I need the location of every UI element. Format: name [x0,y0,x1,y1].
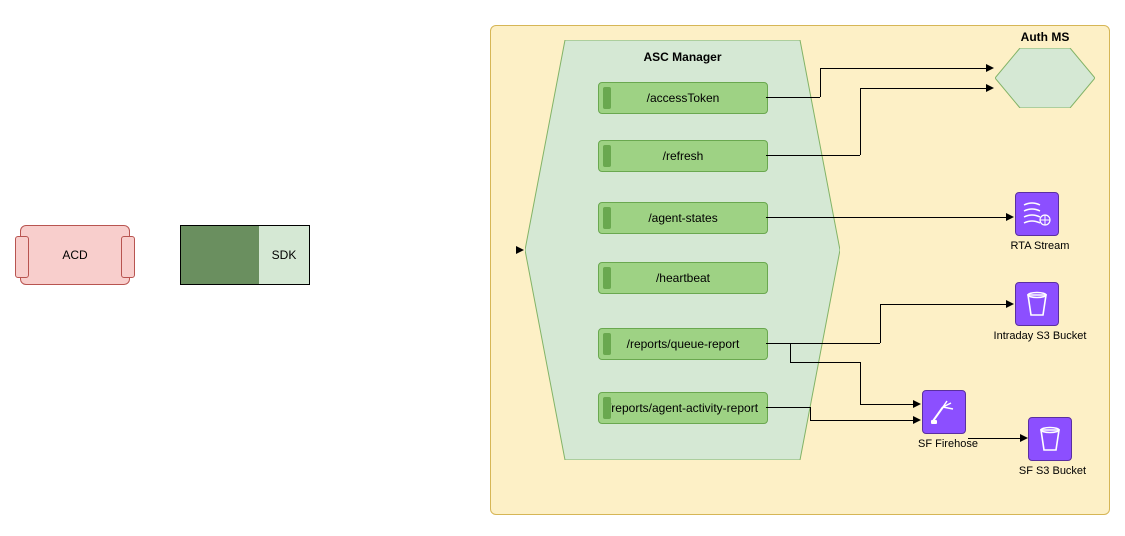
connector [860,88,986,89]
connector [766,343,880,344]
acd-node: ACD [20,225,130,285]
arrow-into-asc [516,246,524,254]
arrowhead-icon [913,400,921,408]
endpoint-refresh: /refresh [598,140,768,172]
arrowhead-icon [913,416,921,424]
endpoint-bar-icon [603,333,611,355]
intraday-bucket-label: Intraday S3 Bucket [985,330,1095,342]
auth-ms-node [995,48,1095,108]
connector [880,304,1006,305]
sdk-node: SDK [180,225,310,285]
endpoint-heartbeat: /heartbeat [598,262,768,294]
connector [968,438,1020,439]
endpoint-label: /agent-states [648,211,717,225]
arrowhead-icon [986,64,994,72]
endpoint-queue-report: /reports/queue-report [598,328,768,360]
connector [766,97,820,98]
connector [860,404,913,405]
endpoint-label: /accessToken [647,91,720,105]
intraday-bucket-icon [1015,282,1059,326]
sdk-label: SDK [259,226,309,284]
sf-bucket-icon [1028,417,1072,461]
connector [790,343,791,362]
asc-manager: ASC Manager /accessToken /refresh /agent… [525,40,840,460]
endpoint-label: /reports/queue-report [627,337,740,351]
kinesis-stream-icon [1022,199,1052,229]
arrowhead-icon [1020,434,1028,442]
acd-label: ACD [21,226,129,284]
endpoint-access-token: /accessToken [598,82,768,114]
endpoint-bar-icon [603,145,611,167]
endpoint-label: /heartbeat [656,271,710,285]
connector [810,420,913,421]
sf-firehose-label: SF Firehose [908,438,988,450]
asc-title: ASC Manager [525,50,840,64]
endpoint-label: /reports/agent-activity-report [608,401,758,415]
endpoint-label: /refresh [663,149,704,163]
endpoint-bar-icon [603,267,611,289]
endpoint-bar-icon [603,207,611,229]
connector [766,407,810,408]
connector [810,407,811,420]
endpoint-agent-activity-report: /reports/agent-activity-report [598,392,768,424]
arrowhead-icon [1006,300,1014,308]
connector [790,362,860,363]
arrowhead-icon [986,84,994,92]
rta-stream-icon [1015,192,1059,236]
rta-stream-label: RTA Stream [1000,240,1080,252]
sf-firehose-icon [922,390,966,434]
connector [766,217,1006,218]
arrowhead-icon [1006,213,1014,221]
auth-ms-label: Auth MS [1000,30,1090,44]
endpoint-bar-icon [603,87,611,109]
s3-bucket-icon [1022,289,1052,319]
sf-bucket-label: SF S3 Bucket [1010,465,1095,477]
s3-bucket-icon [1035,424,1065,454]
sdk-dark-region [181,226,259,284]
firehose-icon [929,397,959,427]
connector [766,155,860,156]
connector [860,362,861,404]
connector [820,68,986,69]
connector [880,304,881,343]
connector [860,88,861,155]
connector [820,68,821,97]
endpoint-bar-icon [603,397,611,419]
endpoint-agent-states: /agent-states [598,202,768,234]
